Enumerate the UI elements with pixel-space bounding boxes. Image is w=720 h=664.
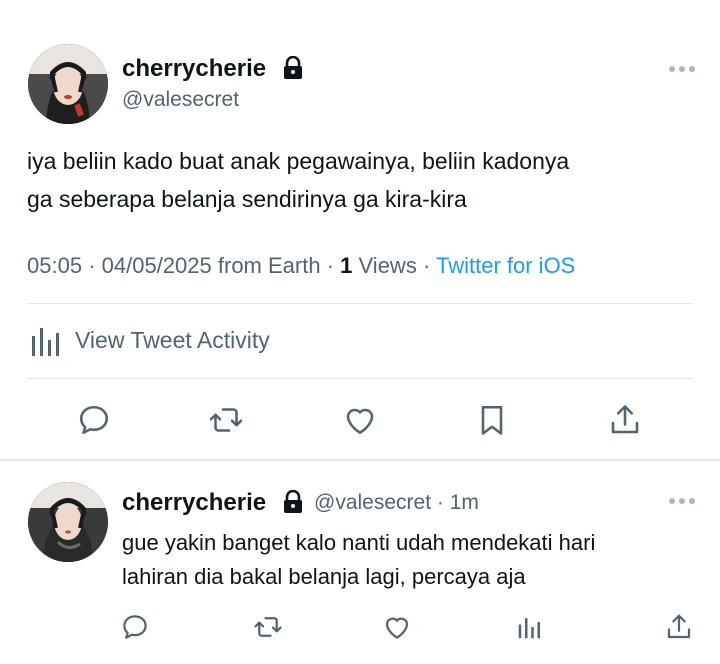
like-icon[interactable] <box>382 612 412 642</box>
divider <box>27 303 693 304</box>
views-count: 1 <box>340 253 353 278</box>
tweet-meta: 05:05 · 04/05/2025 from Earth · 1 Views … <box>27 253 575 279</box>
reply-handle-line: @valesecret · 1m <box>314 491 479 515</box>
reply-author-name[interactable]: cherrycherie <box>122 489 266 517</box>
more-icon[interactable] <box>669 65 695 73</box>
analytics-icon <box>32 328 59 356</box>
author-handle[interactable]: @valesecret <box>122 88 239 112</box>
divider <box>27 378 693 379</box>
reply-handle[interactable]: @valesecret <box>314 491 431 514</box>
share-icon[interactable] <box>664 612 694 642</box>
meta-separator: · <box>88 253 102 278</box>
tweet-location: from Earth <box>217 253 321 278</box>
reply-icon[interactable] <box>76 402 112 438</box>
views-label: Views <box>358 253 417 278</box>
meta-separator: · <box>326 253 341 278</box>
view-activity-label: View Tweet Activity <box>75 327 270 353</box>
author-name[interactable]: cherrycherie <box>122 55 266 83</box>
retweet-icon[interactable] <box>253 612 283 642</box>
bookmark-icon[interactable] <box>474 402 510 438</box>
meta-separator: · <box>436 491 450 514</box>
tweet-date[interactable]: 04/05/2025 <box>102 253 212 278</box>
lock-icon <box>284 56 302 79</box>
reply-text-line: lahiran dia bakal belanja lagi, percaya … <box>122 564 526 589</box>
reply-text-line: gue yakin banget kalo nanti udah mendeka… <box>122 530 596 555</box>
tweet-time[interactable]: 05:05 <box>27 253 82 278</box>
tweet-text: iya beliin kado buat anak pegawainya, be… <box>27 142 569 218</box>
share-icon[interactable] <box>607 402 643 438</box>
avatar[interactable] <box>28 44 108 124</box>
retweet-icon[interactable] <box>208 402 244 438</box>
avatar[interactable] <box>28 482 108 562</box>
analytics-icon[interactable] <box>515 612 545 642</box>
client-link[interactable]: Twitter for iOS <box>436 253 575 278</box>
section-separator <box>0 459 720 461</box>
reply-text: gue yakin banget kalo nanti udah mendeka… <box>122 526 595 594</box>
tweet-text-line: iya beliin kado buat anak pegawainya, be… <box>27 148 570 174</box>
more-icon[interactable] <box>669 497 695 505</box>
like-icon[interactable] <box>342 402 378 438</box>
tweet-text-line: ga seberapa belanja sendirinya ga kira-k… <box>27 186 467 212</box>
reply-age[interactable]: 1m <box>450 491 479 514</box>
reply-icon[interactable] <box>120 612 150 642</box>
meta-separator: · <box>422 253 436 278</box>
lock-icon <box>284 490 302 513</box>
